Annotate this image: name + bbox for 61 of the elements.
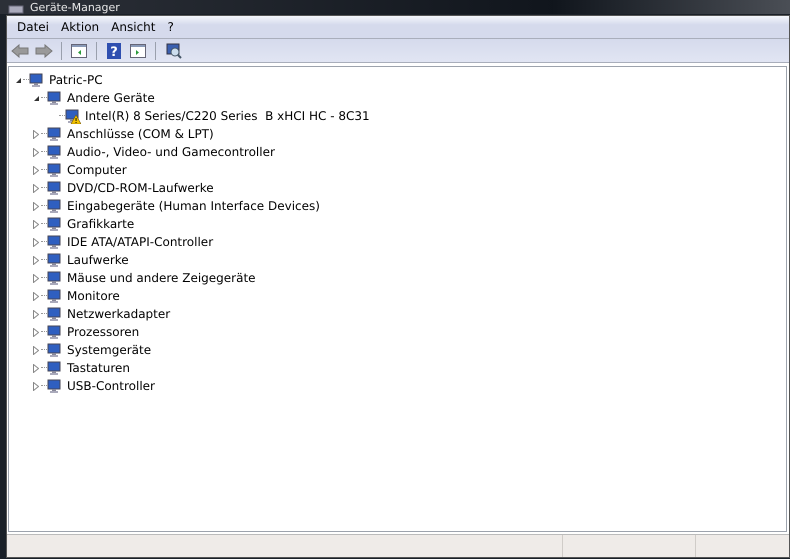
tree-item[interactable]: Prozessoren <box>66 325 140 339</box>
back-arrow-icon[interactable] <box>10 42 30 60</box>
expand-triangle-icon[interactable] <box>31 273 41 283</box>
device-icon <box>47 306 63 322</box>
expand-triangle-icon[interactable] <box>31 363 41 373</box>
device-icon <box>47 342 63 358</box>
tree-item[interactable]: Eingabegeräte (Human Interface Devices) <box>66 199 320 213</box>
action-pane-icon[interactable] <box>128 42 148 60</box>
tree-item[interactable]: IDE ATA/ATAPI-Controller <box>66 235 214 249</box>
device-icon <box>47 180 63 196</box>
tree-item[interactable]: Audio-, Video- und Gamecontroller <box>66 145 275 159</box>
expand-triangle-icon[interactable] <box>31 255 41 265</box>
expand-triangle-icon[interactable] <box>31 237 41 247</box>
expand-triangle-icon[interactable] <box>31 147 41 157</box>
tree-item[interactable]: Monitore <box>66 289 120 303</box>
expand-triangle-icon[interactable] <box>31 345 41 355</box>
menu-item[interactable]: Ansicht <box>105 20 162 34</box>
menu-item[interactable]: Aktion <box>55 20 106 34</box>
help-icon[interactable]: ? <box>104 42 124 60</box>
tree-item[interactable]: Tastaturen <box>66 361 130 375</box>
window-title: Geräte-Manager <box>30 2 120 14</box>
tree-item[interactable]: USB-Controller <box>66 379 155 393</box>
expand-triangle-icon[interactable] <box>31 165 41 175</box>
menu-item[interactable]: ? <box>161 20 180 34</box>
tree-item[interactable]: Intel(R) 8 Series/C220 Series B xHCI HC - 8C31 <box>84 109 370 123</box>
device-icon <box>47 162 63 178</box>
menu-item[interactable]: Datei <box>11 20 56 34</box>
expand-triangle-icon[interactable] <box>31 129 41 139</box>
device-icon <box>29 72 45 88</box>
forward-arrow-icon[interactable] <box>34 42 54 60</box>
expand-triangle-icon[interactable] <box>31 219 41 229</box>
tree-item[interactable]: Laufwerke <box>66 253 129 267</box>
tree-item[interactable]: Computer <box>66 163 127 177</box>
device-icon <box>47 288 63 304</box>
tree-item[interactable]: Anschlüsse (COM & LPT) <box>66 127 214 141</box>
tree-item[interactable]: Netzwerkadapter <box>66 307 170 321</box>
tree-item[interactable]: Patric-PC <box>48 73 103 87</box>
expand-triangle-icon[interactable] <box>31 381 41 391</box>
device-icon <box>47 360 63 376</box>
device-icon <box>47 378 63 394</box>
tree-item[interactable]: Systemgeräte <box>66 343 152 357</box>
device-icon <box>47 90 63 106</box>
device-icon <box>47 216 63 232</box>
tree-item[interactable]: Grafikkarte <box>66 217 134 231</box>
console-tree-icon[interactable] <box>69 42 89 60</box>
expand-triangle-icon[interactable] <box>31 183 41 193</box>
device-icon <box>47 126 63 142</box>
device-icon <box>47 234 63 250</box>
device-icon <box>47 324 63 340</box>
expand-triangle-icon[interactable] <box>31 201 41 211</box>
expand-triangle-icon[interactable] <box>31 327 41 337</box>
tree-item[interactable]: DVD/CD-ROM-Laufwerke <box>66 181 214 195</box>
device-icon <box>47 252 63 268</box>
device-icon <box>47 198 63 214</box>
device-icon <box>47 144 63 160</box>
expand-triangle-icon[interactable] <box>31 291 41 301</box>
tree-item[interactable]: Andere Geräte <box>66 91 155 105</box>
app-icon <box>8 4 24 14</box>
device-icon <box>47 270 63 286</box>
tree-item[interactable]: Mäuse und andere Zeigegeräte <box>66 271 256 285</box>
expand-triangle-icon[interactable] <box>31 309 41 319</box>
